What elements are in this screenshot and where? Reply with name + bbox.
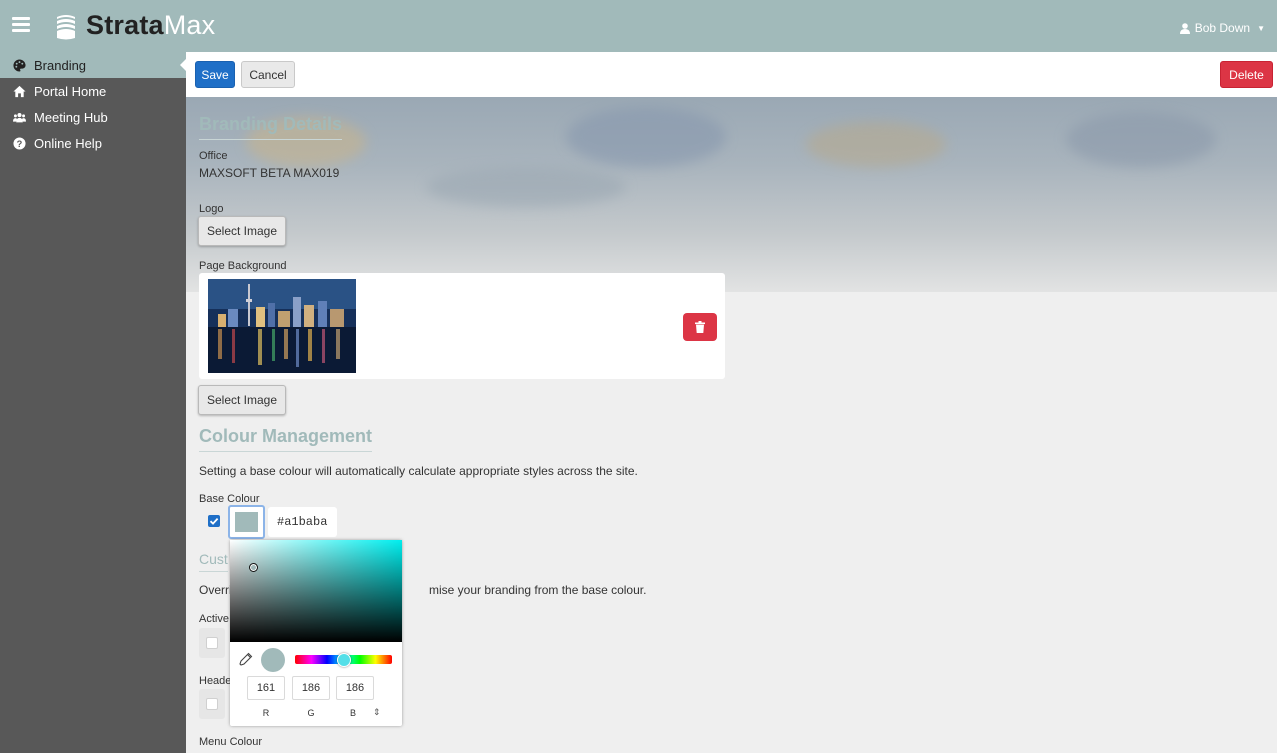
red-input[interactable] bbox=[247, 676, 285, 700]
hamburger-menu-icon[interactable] bbox=[12, 17, 30, 32]
office-value: MAXSOFT BETA MAX019 bbox=[199, 166, 340, 180]
hue-slider-thumb[interactable] bbox=[337, 653, 351, 667]
svg-text:?: ? bbox=[17, 138, 23, 148]
page-background-image bbox=[186, 97, 1277, 292]
colour-description: Setting a base colour will automatically… bbox=[199, 464, 638, 478]
colour-picker-popover: R G B ⇕ bbox=[230, 540, 402, 726]
top-navbar: StrataMax Bob Down ▼ bbox=[0, 0, 1277, 52]
eyedropper-icon[interactable] bbox=[239, 652, 253, 666]
green-label: G bbox=[307, 708, 315, 718]
users-icon bbox=[13, 112, 26, 122]
trash-icon bbox=[695, 321, 705, 333]
user-name: Bob Down bbox=[1194, 21, 1251, 35]
sidebar-item-meeting-hub[interactable]: Meeting Hub bbox=[0, 104, 186, 130]
page-background-card bbox=[199, 273, 725, 379]
saturation-area[interactable] bbox=[230, 540, 402, 642]
customise-description-start: Overri bbox=[199, 583, 232, 597]
header-colour-checkbox-box bbox=[199, 689, 225, 719]
save-button[interactable]: Save bbox=[195, 61, 235, 88]
customise-title: Cust bbox=[199, 551, 228, 572]
base-colour-checkbox[interactable] bbox=[208, 515, 220, 527]
active-colour-label: Active bbox=[199, 613, 229, 625]
user-icon bbox=[1179, 22, 1190, 34]
customise-description-end: mise your branding from the base colour. bbox=[429, 583, 647, 597]
branding-details-title: Branding Details bbox=[199, 114, 343, 140]
home-icon bbox=[13, 85, 26, 97]
user-menu[interactable]: Bob Down ▼ bbox=[1179, 21, 1265, 35]
caret-down-icon: ▼ bbox=[1257, 23, 1265, 33]
cancel-button[interactable]: Cancel bbox=[241, 61, 295, 88]
active-colour-checkbox[interactable] bbox=[206, 637, 218, 649]
logo-label: Logo bbox=[199, 203, 224, 215]
sidebar: Branding Portal Home Meeting Hub ? Onlin… bbox=[0, 52, 187, 753]
header-colour-checkbox[interactable] bbox=[206, 698, 218, 710]
sidebar-item-online-help[interactable]: ? Online Help bbox=[0, 130, 186, 156]
active-colour-checkbox-box bbox=[199, 628, 225, 658]
red-label: R bbox=[262, 708, 270, 718]
office-label: Office bbox=[199, 150, 228, 162]
page-background-label: Page Background bbox=[199, 260, 287, 272]
stratamax-logo-icon bbox=[57, 15, 75, 40]
sidebar-item-portal-home[interactable]: Portal Home bbox=[0, 78, 186, 104]
checkmark-icon bbox=[209, 517, 219, 525]
colour-management-title: Colour Management bbox=[199, 426, 373, 452]
sidebar-item-branding[interactable]: Branding bbox=[0, 52, 187, 78]
base-colour-label: Base Colour bbox=[199, 493, 260, 505]
saturation-cursor[interactable] bbox=[249, 563, 258, 572]
palette-icon bbox=[13, 58, 26, 72]
brand-logo[interactable]: StrataMax bbox=[86, 10, 215, 41]
base-colour-swatch bbox=[235, 512, 258, 532]
question-circle-icon: ? bbox=[13, 136, 26, 150]
green-input[interactable] bbox=[292, 676, 330, 700]
blue-input[interactable] bbox=[336, 676, 374, 700]
format-toggle-icon[interactable]: ⇕ bbox=[373, 707, 381, 718]
background-thumbnail-image bbox=[208, 279, 356, 373]
colour-preview-circle bbox=[261, 648, 285, 672]
base-colour-swatch-button[interactable] bbox=[228, 505, 265, 539]
base-colour-hex-input[interactable] bbox=[268, 507, 337, 537]
delete-background-button[interactable] bbox=[683, 313, 717, 341]
delete-button[interactable]: Delete bbox=[1220, 61, 1273, 88]
background-select-image-button[interactable]: Select Image bbox=[198, 385, 286, 415]
menu-colour-label: Menu Colour bbox=[199, 736, 262, 748]
blue-label: B bbox=[349, 708, 356, 718]
header-colour-label: Heade bbox=[199, 675, 232, 687]
action-toolbar: Save Cancel Delete bbox=[186, 52, 1277, 97]
logo-select-image-button[interactable]: Select Image bbox=[198, 216, 286, 246]
